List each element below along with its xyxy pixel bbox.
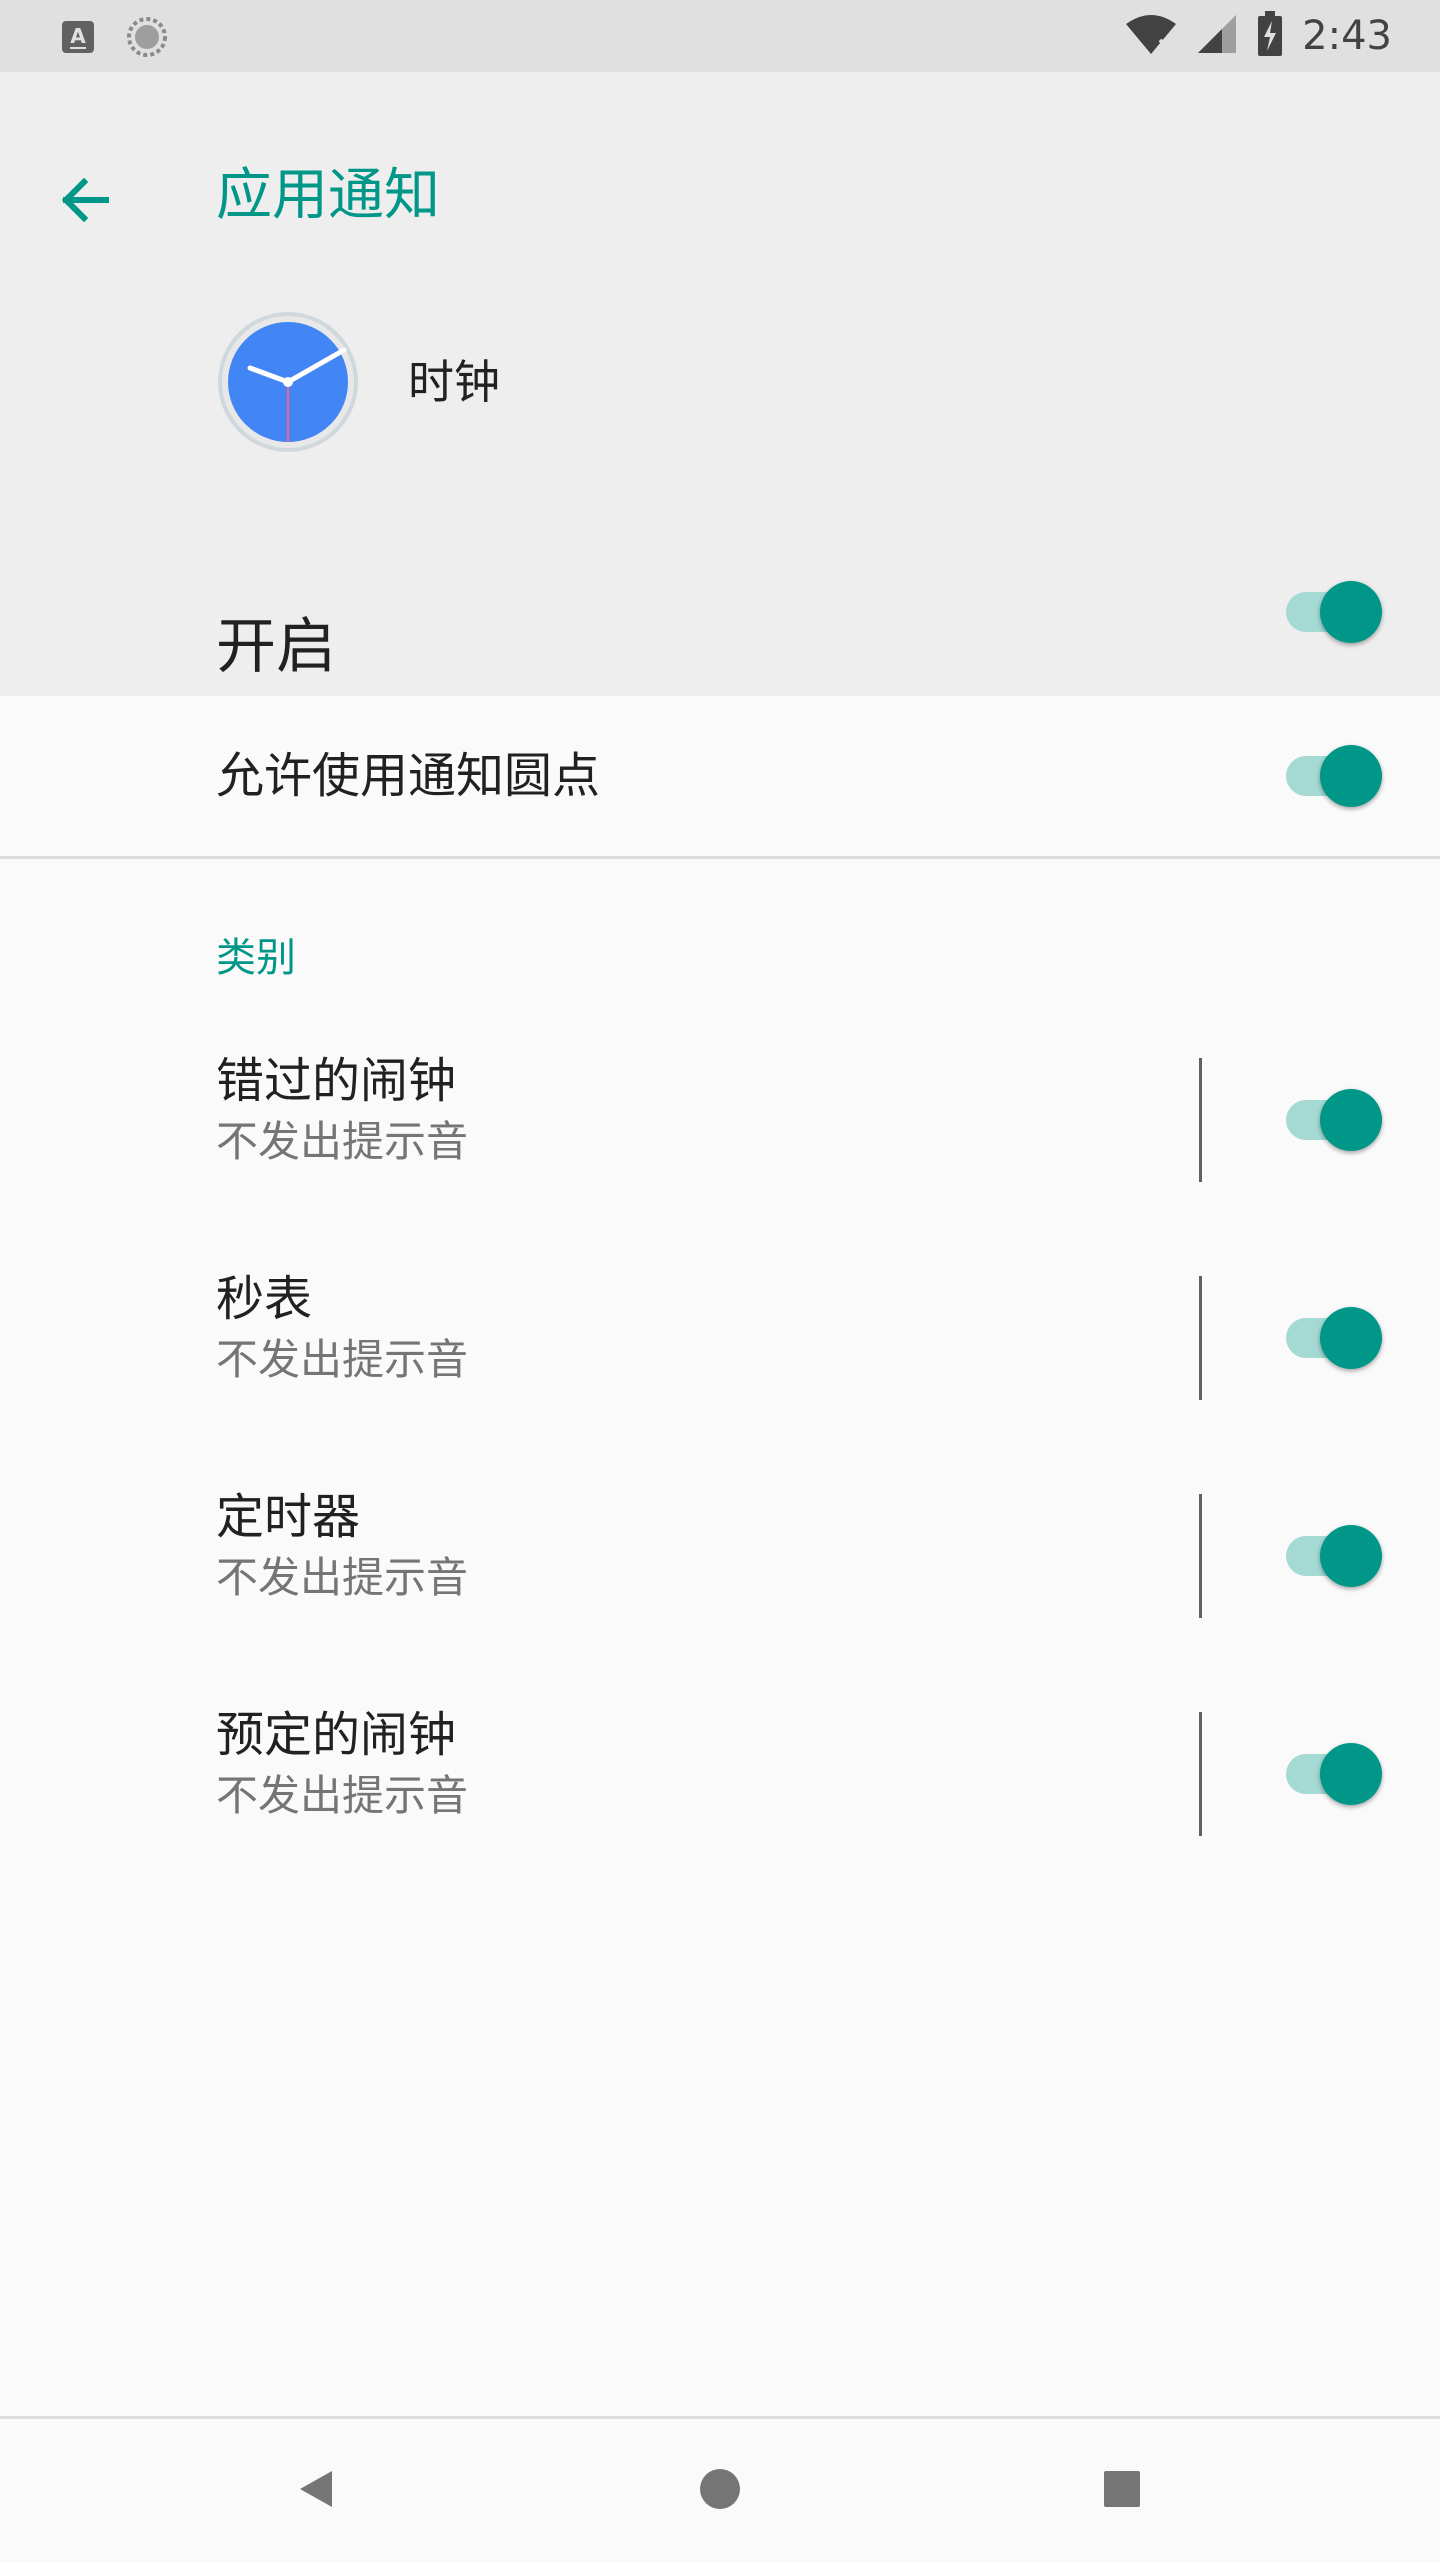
notification-dots-toggle[interactable]: [1286, 741, 1386, 811]
master-toggle[interactable]: [1286, 577, 1386, 647]
notification-dots-label: 允许使用通知圆点: [216, 748, 601, 804]
page-title: 应用通知: [216, 163, 440, 228]
app-header: 应用通知 时钟 开启: [0, 72, 1440, 696]
back-triangle-icon: [294, 2467, 338, 2515]
sync-icon: [126, 16, 168, 62]
wifi-off-icon: [1124, 12, 1178, 60]
recents-square-icon: [1102, 2469, 1142, 2513]
navigation-bar: [0, 2416, 1440, 2563]
category-item-stopwatch[interactable]: 秒表 不发出提示音: [0, 1238, 1440, 1438]
category-toggle-timer[interactable]: [1286, 1521, 1386, 1591]
category-item-timer[interactable]: 定时器 不发出提示音: [0, 1456, 1440, 1656]
signal-icon: [1196, 13, 1238, 59]
nav-recents-button[interactable]: [1050, 2419, 1194, 2563]
divider: [1199, 1276, 1202, 1400]
clock-icon: [216, 310, 360, 454]
category-toggle-stopwatch[interactable]: [1286, 1303, 1386, 1373]
category-title: 秒表: [216, 1271, 313, 1327]
category-title: 预定的闹钟: [216, 1707, 457, 1763]
category-subtitle: 不发出提示音: [216, 1553, 469, 1602]
battery-charging-icon: [1256, 11, 1284, 61]
status-left-icons: A: [60, 16, 168, 62]
notification-dots-row[interactable]: 允许使用通知圆点: [0, 696, 1440, 859]
app-name: 时钟: [408, 355, 500, 409]
status-time: 2:43: [1302, 13, 1392, 59]
home-circle-icon: [698, 2467, 742, 2515]
divider: [1199, 1494, 1202, 1618]
svg-text:A: A: [70, 24, 86, 48]
master-toggle-label: 开启: [216, 612, 336, 682]
category-toggle-scheduled-alarms[interactable]: [1286, 1739, 1386, 1809]
category-item-missed-alarms[interactable]: 错过的闹钟 不发出提示音: [0, 1020, 1440, 1220]
category-subtitle: 不发出提示音: [216, 1771, 469, 1820]
category-title: 错过的闹钟: [216, 1053, 457, 1109]
category-title: 定时器: [216, 1489, 361, 1545]
categories-header: 类别: [216, 935, 296, 981]
category-subtitle: 不发出提示音: [216, 1117, 469, 1166]
nav-home-button[interactable]: [648, 2419, 792, 2563]
category-subtitle: 不发出提示音: [216, 1335, 469, 1384]
arrow-back-icon: [56, 172, 112, 232]
status-bar: A 2:43: [0, 0, 1440, 72]
category-item-scheduled-alarms[interactable]: 预定的闹钟 不发出提示音: [0, 1674, 1440, 1874]
divider: [1199, 1712, 1202, 1836]
keyboard-a-icon: A: [60, 19, 96, 59]
status-right-icons: 2:43: [1124, 11, 1392, 61]
nav-back-button[interactable]: [244, 2419, 388, 2563]
category-toggle-missed-alarms[interactable]: [1286, 1085, 1386, 1155]
divider: [1199, 1058, 1202, 1182]
back-button[interactable]: [36, 154, 132, 250]
